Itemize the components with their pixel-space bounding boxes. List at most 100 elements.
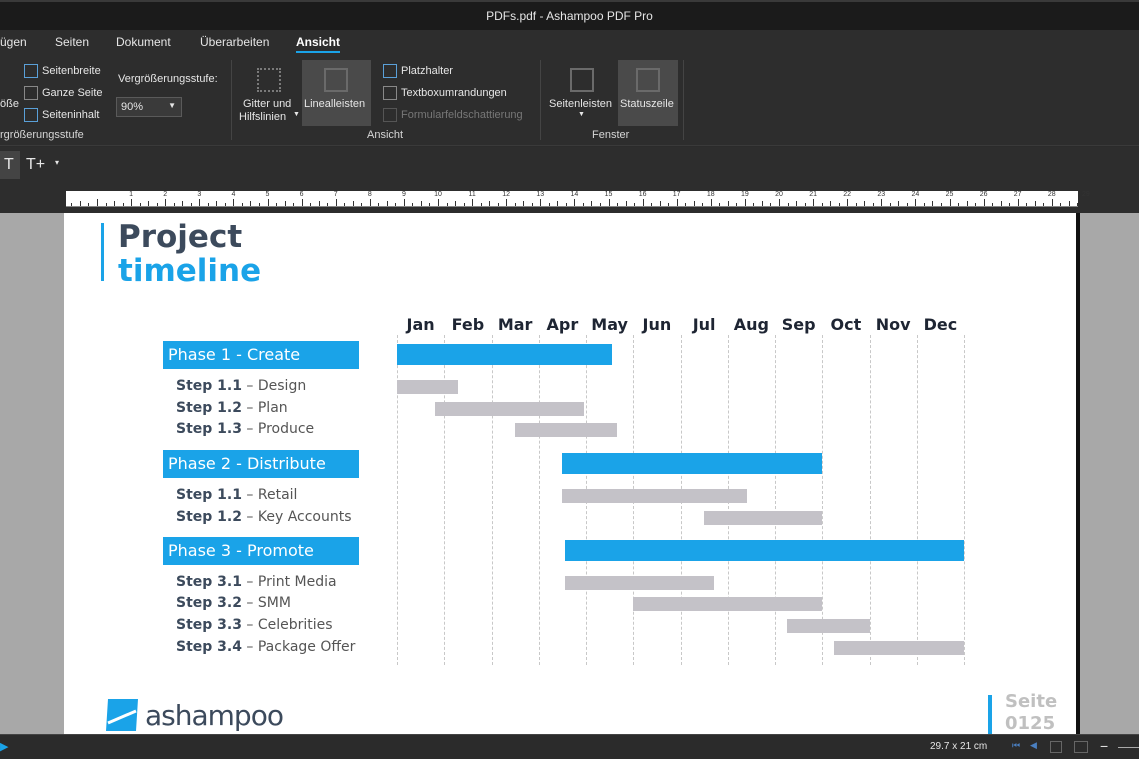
horizontal-ruler[interactable]: 1 2 3 4 5 6 7 8 9 10 11 12 13 14 15 16 17 18 19 20 21 22 23 24 2…	[66, 191, 1090, 207]
ruler-tick	[1017, 199, 1019, 206]
ruler-tick	[88, 203, 90, 206]
menu-bar: ügen Seiten Dokument Überarbeiten Ansich…	[0, 30, 1139, 54]
ruler-tick	[276, 203, 278, 206]
first-page-icon[interactable]: ⏮	[1012, 740, 1020, 751]
ruler-tick	[668, 203, 670, 206]
chevron-down-icon: ▼	[168, 101, 176, 110]
page-width-button[interactable]: Seitenbreite	[42, 65, 101, 77]
ruler-label: 3	[197, 191, 202, 198]
ruler-tick	[310, 203, 312, 206]
grid-button-line1[interactable]: Gitter und	[243, 98, 291, 110]
ruler-tick	[736, 203, 738, 206]
zoom-level-select[interactable]: 90% ▼	[116, 97, 182, 117]
two-page-view-icon[interactable]	[1074, 741, 1088, 753]
ruler-tick	[838, 203, 840, 206]
status-bar: ▶ 29.7 x 21 cm ⏮ ◀ −	[0, 734, 1139, 759]
ruler-tick	[352, 201, 354, 206]
ruler-tick	[224, 203, 226, 206]
ruler-tick	[344, 203, 346, 206]
ruler-label: 4	[231, 191, 236, 198]
statusbar-icon	[636, 68, 660, 92]
ruler-tick	[378, 203, 380, 206]
month-gridline	[869, 335, 871, 665]
step-label: Step 3.2 – SMM	[176, 595, 291, 612]
ruler-tick	[293, 203, 295, 206]
grid-icon	[257, 68, 281, 92]
ruler-label: 26	[979, 191, 988, 198]
ruler-label: 8	[367, 191, 372, 198]
month-label: Mar	[497, 315, 533, 334]
ruler-label: 21	[809, 191, 817, 198]
page-content-button[interactable]: Seiteninhalt	[42, 109, 100, 121]
ruler-tick	[753, 203, 755, 206]
zoom-size-label[interactable]: öße	[0, 98, 19, 110]
ruler-tick	[787, 203, 789, 206]
ruler-tick	[557, 201, 559, 206]
menu-item-ueberarbeiten[interactable]: Überarbeiten	[200, 35, 269, 49]
month-gridline	[775, 335, 776, 665]
month-label: Aug	[733, 315, 769, 334]
month-gridline	[822, 335, 824, 665]
whole-page-button[interactable]: Ganze Seite	[42, 87, 103, 99]
chevron-down-icon: ▼	[578, 111, 585, 118]
step-bar	[786, 618, 870, 633]
ruler-tick	[659, 201, 661, 206]
ruler-tick	[386, 201, 388, 206]
rulers-button-label[interactable]: Linealleisten	[304, 98, 365, 110]
ruler-tick	[514, 203, 516, 206]
month-label: Feb	[451, 315, 485, 334]
customize-toolbar-icon[interactable]: ▾	[55, 158, 59, 167]
ruler-tick	[958, 203, 960, 206]
ruler-tick	[455, 201, 457, 206]
placeholder-icon	[383, 64, 397, 78]
step-bar	[704, 510, 823, 525]
ruler-tick	[864, 201, 866, 206]
menu-item-ansicht[interactable]: Ansicht	[296, 35, 341, 53]
zoom-out-icon[interactable]: −	[1100, 738, 1108, 754]
page-edge	[1076, 213, 1080, 734]
formfield-shading-toggle[interactable]: Formularfeldschattierung	[401, 109, 523, 121]
document-viewport[interactable]: Project timeline Jan Feb Mar Apr May Jun Jul Au…	[0, 213, 1139, 734]
grid-button-line2[interactable]: Hilfslinien	[239, 111, 286, 123]
statusbar-button-label[interactable]: Statuszeile	[620, 98, 674, 110]
ruler-tick	[139, 203, 141, 206]
ruler-tick	[676, 199, 678, 206]
ruler-label: 12	[502, 191, 511, 198]
play-icon[interactable]: ▶	[0, 740, 8, 753]
month-label: May	[591, 315, 628, 334]
step-label: Step 3.3 – Celebrities	[176, 616, 333, 633]
ruler-tick	[710, 199, 712, 206]
ruler-tick	[727, 201, 729, 206]
zoom-slider[interactable]	[1118, 747, 1139, 748]
ruler-tick	[608, 199, 610, 206]
menu-item-seiten[interactable]: Seiten	[55, 35, 89, 49]
ruler-label: 24	[911, 191, 920, 198]
single-page-view-icon[interactable]	[1050, 741, 1062, 753]
ashampoo-logo-text: ashampoo	[145, 699, 284, 732]
ruler-tick	[1077, 203, 1079, 206]
ruler-label: 25	[945, 191, 954, 198]
ashampoo-logo-icon	[106, 699, 138, 731]
ruler-tick	[582, 203, 584, 206]
sidebars-button[interactable]: Seitenleisten	[549, 98, 612, 110]
ruler-label: 17	[672, 191, 681, 198]
month-gridline	[491, 335, 493, 665]
ribbon-separator	[231, 60, 232, 140]
group-label-view: Ansicht	[367, 129, 404, 141]
add-text-icon[interactable]: T+	[26, 156, 45, 174]
group-label-zoom: rgrößerungsstufe	[0, 129, 84, 141]
ruler-tick	[634, 203, 636, 206]
placeholder-toggle[interactable]: Platzhalter	[401, 65, 453, 77]
ruler-tick	[412, 203, 414, 206]
ruler-tick	[97, 199, 98, 206]
phase-label: Phase 3 - Promote	[163, 536, 359, 565]
group-label-window: Fenster	[592, 129, 630, 141]
textbox-borders-toggle[interactable]: Textboxumrandungen	[401, 87, 507, 99]
step-label: Step 3.4 – Package Offer	[176, 638, 356, 655]
prev-page-icon[interactable]: ◀	[1030, 740, 1037, 751]
menu-item-einfuegen[interactable]: ügen	[0, 35, 27, 49]
month-label: Nov	[875, 315, 911, 334]
ruler-label: 20	[775, 191, 783, 198]
textbox-border-icon	[383, 86, 397, 100]
menu-item-dokument[interactable]: Dokument	[116, 35, 171, 49]
